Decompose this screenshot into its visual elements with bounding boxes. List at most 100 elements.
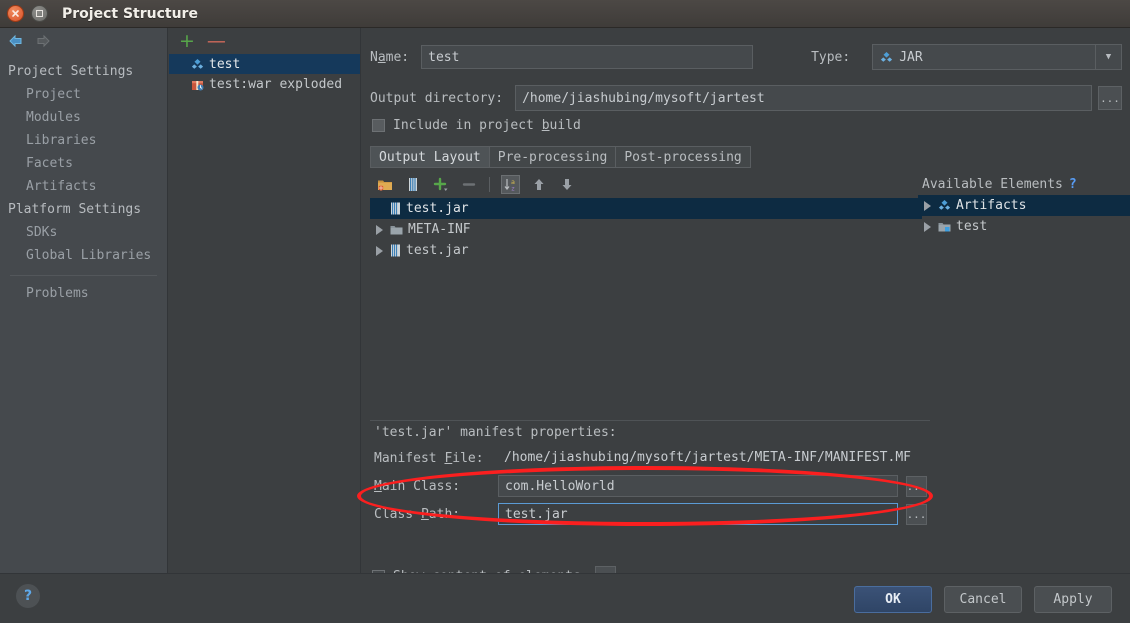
- include-in-build-label: Include in project build: [393, 118, 581, 133]
- window-titlebar: Project Structure: [0, 0, 1130, 28]
- add-icon[interactable]: [431, 175, 450, 194]
- sidebar-group-project-settings: Project Settings: [0, 60, 167, 83]
- sidebar-item-label: Libraries: [26, 133, 97, 148]
- ok-button[interactable]: OK: [854, 586, 932, 613]
- sidebar-item-label: Modules: [26, 110, 81, 125]
- help-icon[interactable]: ?: [1069, 177, 1077, 192]
- tab-post-processing[interactable]: Post-processing: [615, 146, 751, 168]
- class-path-row: Class Path: test.jar ...: [370, 500, 1126, 528]
- sidebar-group-label: Project Settings: [8, 64, 134, 79]
- sidebar-item-sdks[interactable]: SDKs: [0, 221, 167, 244]
- close-icon[interactable]: [7, 5, 24, 22]
- name-type-row: Name: test Type: JAR ▼: [370, 44, 1122, 70]
- sidebar-item-modules[interactable]: Modules: [0, 106, 167, 129]
- sidebar-group-platform-settings: Platform Settings: [0, 198, 167, 221]
- output-directory-browse-button[interactable]: ...: [1098, 86, 1122, 110]
- manifest-properties-section: 'test.jar' manifest properties: Manifest…: [370, 420, 1126, 528]
- add-directory-icon[interactable]: [375, 175, 394, 194]
- project-structure-dialog: Project Structure Project Settings Proje…: [0, 0, 1130, 623]
- tree-row-test-jar-root[interactable]: test.jar: [370, 198, 922, 219]
- expand-triangle-icon[interactable]: [376, 245, 385, 256]
- name-label: Name:: [370, 49, 410, 65]
- sidebar-item-label: Artifacts: [26, 179, 97, 194]
- class-path-browse-button[interactable]: ...: [906, 503, 927, 525]
- main-class-label: Main Class:: [374, 478, 461, 494]
- artifacts-icon: [938, 199, 951, 212]
- tab-pre-processing[interactable]: Pre-processing: [488, 146, 616, 168]
- available-row-artifacts[interactable]: Artifacts: [918, 195, 1130, 216]
- back-arrow-icon[interactable]: [7, 33, 25, 49]
- sort-alphabetically-icon[interactable]: a z: [501, 174, 520, 194]
- chevron-down-icon[interactable]: ▼: [1095, 45, 1121, 69]
- class-path-label: Class Path:: [374, 506, 461, 522]
- output-tree-rows: test.jar META-INF test.jar: [370, 198, 922, 261]
- output-directory-row: Output directory: /home/jiashubing/mysof…: [370, 85, 1122, 111]
- help-button[interactable]: ?: [16, 584, 40, 608]
- sidebar-item-project[interactable]: Project: [0, 83, 167, 106]
- artifact-list-item-test-war-exploded[interactable]: test:war exploded: [169, 74, 360, 94]
- dialog-buttons: OK Cancel Apply: [854, 586, 1112, 613]
- tree-row-label: META-INF: [408, 222, 471, 237]
- artifact-list-item-test[interactable]: test: [169, 54, 360, 74]
- output-directory-label: Output directory:: [370, 90, 504, 106]
- move-up-icon[interactable]: [529, 175, 548, 194]
- sidebar-navbar: [0, 28, 167, 54]
- output-directory-input[interactable]: /home/jiashubing/mysoft/jartest: [515, 85, 1092, 111]
- sidebar-item-artifacts[interactable]: Artifacts: [0, 175, 167, 198]
- expand-triangle-icon[interactable]: [924, 221, 933, 232]
- class-path-input[interactable]: test.jar: [498, 503, 898, 525]
- tree-row-label: test.jar: [406, 201, 469, 216]
- jar-icon: [390, 244, 401, 257]
- manifest-file-label: Manifest File:: [374, 450, 484, 466]
- add-archive-icon[interactable]: [403, 175, 422, 194]
- sidebar-item-list: Project Settings Project Modules Librari…: [0, 54, 167, 305]
- apply-button[interactable]: Apply: [1034, 586, 1112, 613]
- main-class-browse-button[interactable]: ...: [906, 475, 927, 497]
- sidebar-item-label: Global Libraries: [26, 248, 152, 263]
- available-row-test[interactable]: test: [918, 216, 1130, 237]
- include-in-build-row[interactable]: Include in project build: [372, 118, 581, 133]
- output-layout-tree-panel: a z test.jar META-INF test.jar: [370, 173, 922, 418]
- available-row-label: test: [956, 219, 988, 234]
- artifact-editor-panel: Name: test Type: JAR ▼ Output directory:…: [362, 28, 1130, 587]
- module-icon: [938, 221, 951, 233]
- move-down-icon[interactable]: [557, 175, 576, 194]
- tree-row-test-jar-child[interactable]: test.jar: [370, 240, 922, 261]
- jar-artifact-icon: [191, 58, 204, 71]
- svg-text:z: z: [511, 184, 515, 192]
- sidebar-item-global-libraries[interactable]: Global Libraries: [0, 244, 167, 267]
- sidebar-item-libraries[interactable]: Libraries: [0, 129, 167, 152]
- manifest-file-row: Manifest File: /home/jiashubing/mysoft/j…: [370, 444, 1126, 472]
- tab-output-layout[interactable]: Output Layout: [370, 146, 489, 168]
- main-class-input[interactable]: com.HelloWorld: [498, 475, 898, 497]
- war-artifact-icon: [191, 78, 204, 91]
- type-select[interactable]: JAR ▼: [872, 44, 1122, 70]
- window-title: Project Structure: [62, 5, 198, 22]
- remove-artifact-icon[interactable]: —: [207, 31, 226, 51]
- expand-triangle-icon[interactable]: [924, 200, 933, 211]
- dialog-footer: ? OK Cancel Apply: [0, 573, 1130, 623]
- sidebar-group-label: Platform Settings: [8, 202, 142, 217]
- sidebar: Project Settings Project Modules Librari…: [0, 28, 168, 573]
- sidebar-item-problems[interactable]: Problems: [0, 282, 167, 305]
- tree-row-meta-inf[interactable]: META-INF: [370, 219, 922, 240]
- include-in-build-checkbox[interactable]: [372, 119, 385, 132]
- artifact-list-item-label: test: [209, 56, 241, 72]
- artifacts-panel: + — test test:war exploded: [169, 28, 361, 573]
- tree-row-label: test.jar: [406, 243, 469, 258]
- add-artifact-icon[interactable]: +: [179, 31, 195, 51]
- maximize-icon[interactable]: [31, 5, 48, 22]
- name-input[interactable]: test: [421, 45, 754, 69]
- available-row-label: Artifacts: [956, 198, 1027, 213]
- sidebar-item-label: Problems: [26, 286, 89, 301]
- cancel-button[interactable]: Cancel: [944, 586, 1022, 613]
- sidebar-item-label: Facets: [26, 156, 73, 171]
- available-elements-panel: Available Elements ? Artifacts test: [918, 173, 1130, 418]
- sidebar-item-label: SDKs: [26, 225, 58, 240]
- sidebar-item-label: Project: [26, 87, 81, 102]
- artifact-list-item-label: test:war exploded: [209, 76, 343, 92]
- expand-triangle-icon[interactable]: [376, 224, 385, 235]
- remove-icon: [459, 175, 478, 194]
- available-elements-header: Available Elements ?: [918, 173, 1130, 195]
- sidebar-item-facets[interactable]: Facets: [0, 152, 167, 175]
